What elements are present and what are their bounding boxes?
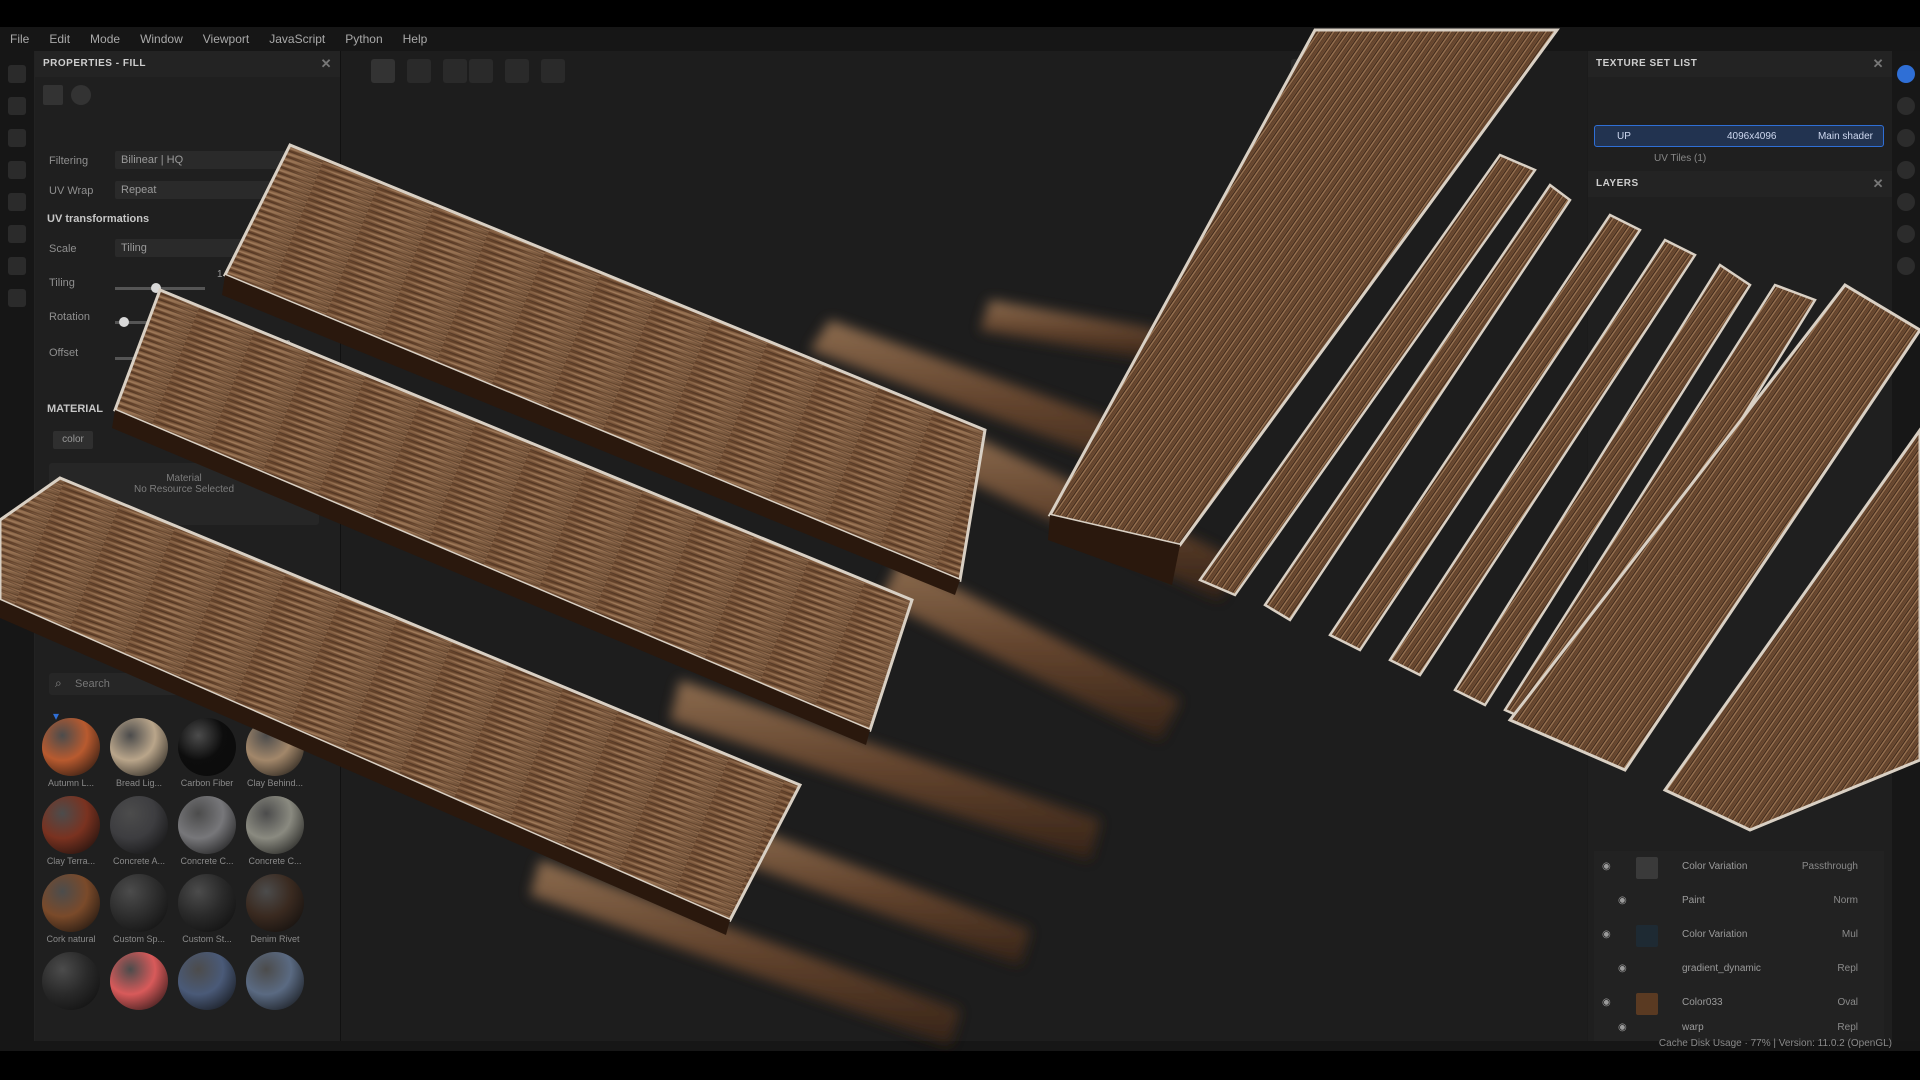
blurred-plank — [980, 300, 1160, 360]
blurred-plank — [880, 560, 1180, 740]
wood-planks-overlay — [0, 28, 1920, 1045]
foreground-planks-right — [1047, 28, 1920, 832]
foreground-planks-left — [0, 143, 987, 935]
